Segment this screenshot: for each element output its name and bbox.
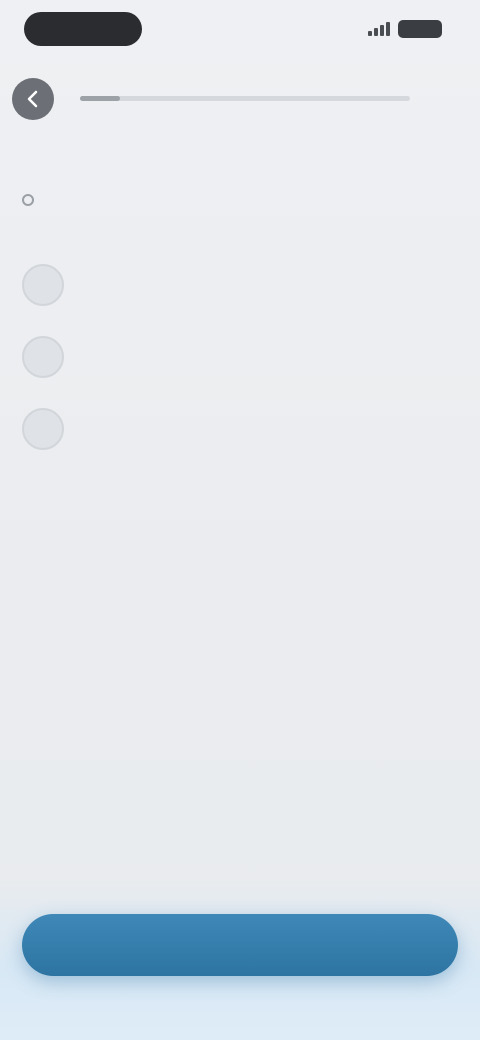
chevron-left-icon bbox=[27, 90, 38, 108]
step-icon bbox=[22, 336, 64, 378]
progress-bar-fill bbox=[80, 96, 120, 101]
clock-icon bbox=[22, 194, 34, 206]
status-indicators bbox=[368, 20, 442, 38]
steps-list bbox=[22, 264, 442, 450]
step-icon bbox=[22, 408, 64, 450]
list-item bbox=[22, 408, 442, 450]
progress-header bbox=[0, 74, 480, 122]
dynamic-island bbox=[24, 12, 142, 46]
list-item bbox=[22, 336, 442, 378]
continue-button[interactable] bbox=[22, 914, 458, 976]
onboarding-screen bbox=[0, 0, 480, 1040]
step-icon bbox=[22, 264, 64, 306]
progress-bar bbox=[80, 96, 410, 101]
battery-icon bbox=[398, 20, 442, 38]
main-content bbox=[22, 168, 442, 450]
duration-row bbox=[22, 194, 442, 206]
list-item bbox=[22, 264, 442, 306]
status-bar bbox=[0, 0, 480, 60]
signal-icon bbox=[368, 22, 390, 36]
back-button[interactable] bbox=[12, 78, 54, 120]
